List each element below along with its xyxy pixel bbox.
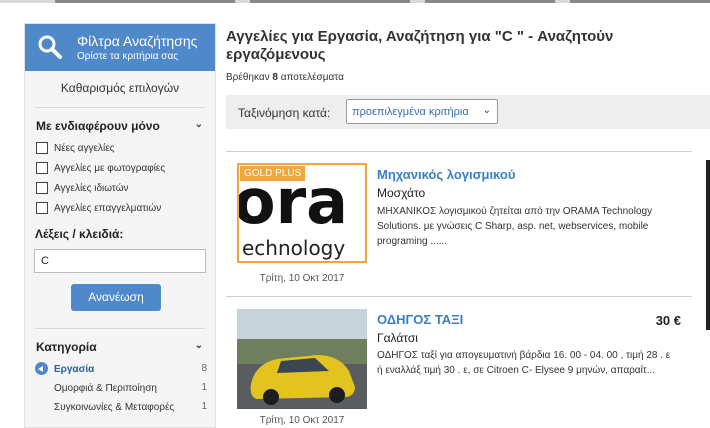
listing-thumbnail[interactable]: [237, 309, 367, 409]
checkbox-new-ads[interactable]: Νέες αγγελίες: [25, 141, 215, 161]
category-name: Εργασία: [54, 364, 95, 375]
checkbox-with-photos[interactable]: Αγγελίες με φωτογραφίες: [25, 161, 215, 181]
category-count: 8: [201, 363, 207, 374]
results-suffix: αποτελέσματα: [280, 72, 344, 83]
clear-filters-link[interactable]: Καθαρισμός επιλογών: [25, 81, 215, 101]
sort-selected-value: προεπιλεγμένα κριτήρια: [352, 106, 469, 118]
search-icon: [38, 35, 62, 59]
checkbox-label: Αγγελίες με φωτογραφίες: [54, 163, 166, 174]
results-number: 8: [272, 72, 278, 83]
sort-bar: Ταξινόμηση κατά: προεπιλεγμένα κριτήρια …: [226, 95, 710, 129]
category-count: 1: [201, 382, 207, 393]
category-name: Συγκοινωνίες & Μεταφορές: [54, 402, 175, 413]
page-title: Αγγελίες για Εργασία, Αναζήτηση για "C "…: [226, 28, 614, 63]
category-item-beauty[interactable]: Ομορφιά & Περιποίηση 1: [25, 380, 215, 399]
category-section-toggle[interactable]: Κατηγορία ⌄: [25, 329, 215, 358]
checkbox-label: Αγγελίες επαγγελματιών: [54, 203, 162, 214]
chevron-down-icon: ⌄: [194, 119, 203, 130]
listing-description: ΜΗΧΑΝΙΚΟΣ λογισμικού ζητείται από την OR…: [377, 206, 653, 247]
results-count: Βρέθηκαν 8 αποτελέσματα: [226, 72, 344, 83]
results-prefix: Βρέθηκαν: [226, 72, 270, 83]
scrollbar[interactable]: [706, 160, 710, 330]
back-arrow-icon: [35, 362, 48, 375]
filter-header-title: Φίλτρα Αναζήτησης: [77, 33, 198, 49]
chevron-down-icon: ⌄: [194, 340, 203, 351]
listing-location: Γαλάτσι: [377, 331, 418, 345]
listing-item[interactable]: ora echnology GOLD PLUS Τρίτη, 10 Οκτ 20…: [226, 152, 710, 292]
listing-date: Τρίτη, 10 Οκτ 2017: [259, 415, 345, 426]
listing-title[interactable]: Μηχανικός λογισμικού: [377, 167, 515, 182]
category-section-title: Κατηγορία: [36, 340, 97, 354]
listing-price: 30 €: [655, 313, 681, 328]
logo-small-text: echnology: [242, 236, 345, 260]
checkbox[interactable]: [36, 182, 48, 194]
checkbox[interactable]: [36, 162, 48, 174]
filter-sidebar: Φίλτρα Αναζήτησης Ορίστε τα κριτήρια σας…: [24, 23, 216, 428]
chevron-down-icon: ⌄: [482, 105, 491, 116]
interest-section-title: Με ενδιαφέρουν μόνο: [36, 119, 160, 133]
gold-plus-badge: GOLD PLUS: [240, 166, 306, 181]
listing-location: Μοσχάτο: [377, 186, 426, 200]
checkbox-private[interactable]: Αγγελίες ιδιωτών: [25, 181, 215, 201]
update-button[interactable]: Ανανέωση: [71, 284, 161, 311]
category-count: 1: [201, 401, 207, 412]
filter-header-subtitle: Ορίστε τα κριτήρια σας: [77, 51, 179, 62]
filter-header: Φίλτρα Αναζήτησης Ορίστε τα κριτήρια σας: [25, 24, 215, 71]
interest-section-toggle[interactable]: Με ενδιαφέρουν μόνο ⌄: [25, 108, 215, 137]
listing-title[interactable]: ΟΔΗΓΟΣ ΤΑΞΙ: [377, 312, 463, 327]
checkbox-label: Αγγελίες ιδιωτών: [54, 183, 129, 194]
top-strip: [0, 0, 710, 3]
checkbox[interactable]: [36, 202, 48, 214]
listing-date: Τρίτη, 10 Οκτ 2017: [259, 273, 345, 284]
listing-thumbnail[interactable]: ora echnology GOLD PLUS: [237, 163, 367, 263]
checkbox[interactable]: [36, 142, 48, 154]
category-name: Ομορφιά & Περιποίηση: [54, 383, 157, 394]
listing-item[interactable]: Τρίτη, 10 Οκτ 2017 ΟΔΗΓΟΣ ΤΑΞΙ 30 € Γαλά…: [226, 297, 710, 428]
taxi-photo: [237, 309, 367, 409]
category-item-transport[interactable]: Συγκοινωνίες & Μεταφορές 1: [25, 399, 215, 418]
checkbox-label: Νέες αγγελίες: [54, 143, 115, 154]
keywords-input[interactable]: C: [34, 249, 206, 273]
keywords-label: Λέξεις / κλειδιά:: [35, 227, 124, 241]
listing-description: ΟΔΗΓΟΣ ταξί για απογευματινή βάρδια 16. …: [377, 350, 671, 376]
sort-select[interactable]: προεπιλεγμένα κριτήρια ⌄: [346, 99, 498, 124]
category-item-work[interactable]: Εργασία 8: [25, 361, 215, 380]
sort-label: Ταξινόμηση κατά:: [238, 106, 331, 120]
checkbox-professional[interactable]: Αγγελίες επαγγελματιών: [25, 201, 215, 221]
